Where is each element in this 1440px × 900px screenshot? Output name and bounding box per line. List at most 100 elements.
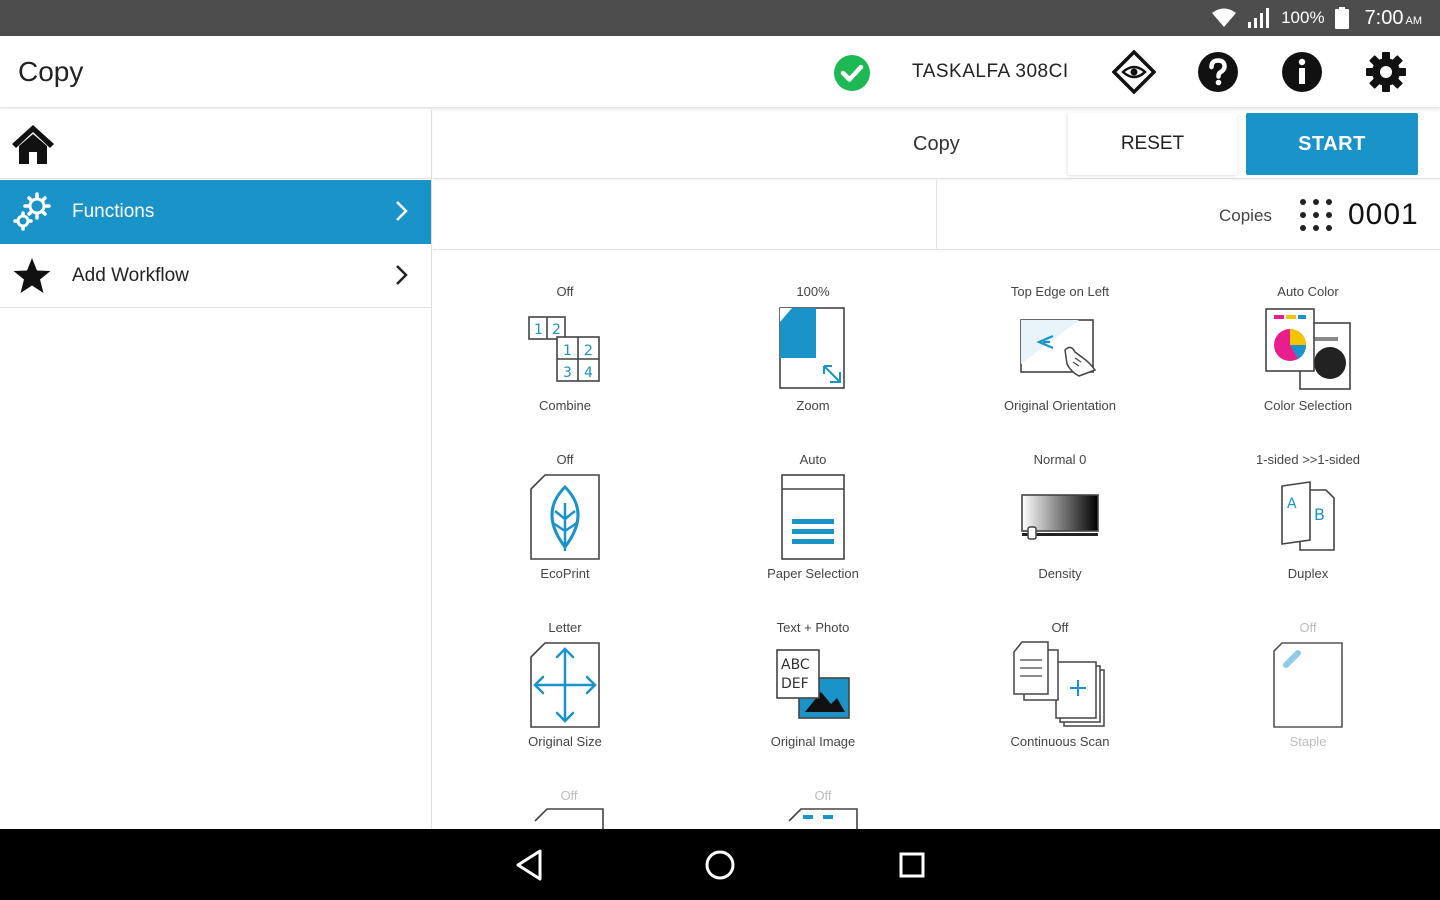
function-density[interactable]: Normal 0 Density: [950, 451, 1170, 583]
home-button[interactable]: [0, 109, 431, 179]
function-value: Text + Photo: [776, 620, 850, 635]
settings-button[interactable]: [1364, 50, 1408, 94]
function-original-image[interactable]: Text + Photo ABC DEF Original Image: [703, 619, 923, 751]
home-circle-icon[interactable]: [702, 847, 738, 883]
svg-text:B: B: [1314, 505, 1325, 524]
svg-text:1: 1: [563, 343, 572, 359]
sidebar-item-functions[interactable]: Functions: [0, 180, 431, 244]
function-label: Density: [1038, 566, 1082, 581]
function-value: Off: [556, 452, 574, 467]
function-partial-1[interactable]: Off: [459, 787, 679, 829]
density-gradient-icon: [1021, 494, 1099, 540]
app-bar: Copy TASKALFA 308CI: [0, 36, 1440, 108]
start-button[interactable]: START: [1246, 113, 1418, 175]
partial-icon: [534, 808, 604, 829]
svg-text:A: A: [1287, 496, 1297, 512]
check-circle-icon[interactable]: [833, 54, 871, 92]
function-duplex[interactable]: 1-sided >>1-sided A B Duplex: [1198, 451, 1418, 583]
sidebar-item-add-workflow[interactable]: Add Workflow: [0, 244, 431, 308]
function-color-selection[interactable]: Auto Color Color Selection: [1198, 283, 1418, 415]
function-value: Top Edge on Left: [1010, 284, 1110, 299]
function-value: Off: [560, 788, 578, 803]
orientation-icon: [1020, 319, 1097, 377]
function-grid: Off 12 12 34 Combine 100% Zoom Top Edge …: [433, 251, 1440, 829]
svg-text:ABC: ABC: [781, 657, 810, 673]
device-name[interactable]: TASKALFA 308CI: [912, 61, 1069, 83]
clock-time: 7:00: [1364, 6, 1404, 29]
sidebar-item-label: Functions: [72, 201, 155, 222]
sidebar-item-label: Add Workflow: [72, 264, 189, 286]
info-icon: [1282, 52, 1322, 92]
svg-text:4: 4: [584, 365, 593, 381]
copies-label: Copies: [1219, 206, 1272, 225]
function-label: Staple: [1289, 734, 1327, 749]
copies-value[interactable]: 0001: [1348, 198, 1419, 232]
function-label: Continuous Scan: [1010, 734, 1110, 749]
zoom-icon: [779, 307, 845, 389]
help-icon: [1198, 52, 1238, 92]
function-value: Off: [1051, 620, 1069, 635]
back-icon[interactable]: [512, 847, 548, 883]
function-value: Normal 0: [1033, 452, 1087, 467]
function-ecoprint[interactable]: Off EcoPrint: [455, 451, 675, 583]
recents-square-icon[interactable]: [894, 847, 930, 883]
divider: [936, 180, 937, 250]
wifi-icon: [1212, 8, 1237, 27]
system-nav-bar: [0, 829, 1440, 900]
clock: 7:00 AM: [1365, 7, 1422, 30]
function-value: Off: [1299, 620, 1317, 635]
function-continuous-scan[interactable]: Off Continuous Scan: [950, 619, 1170, 751]
svg-text:3: 3: [563, 365, 572, 381]
gears-icon: [13, 192, 51, 231]
action-toolbar: Copy RESET START: [433, 109, 1440, 179]
function-label: Original Size: [528, 734, 602, 749]
function-original-size[interactable]: Letter Original Size: [455, 619, 675, 751]
function-value: Off: [556, 284, 574, 299]
function-staple: Off Staple: [1198, 619, 1418, 751]
svg-text:1: 1: [534, 322, 543, 338]
function-paper-selection[interactable]: Auto Paper Selection: [703, 451, 923, 583]
staple-icon: [1273, 642, 1343, 728]
function-value: 100%: [796, 284, 830, 299]
function-zoom[interactable]: 100% Zoom: [703, 283, 923, 415]
battery-percent: 100%: [1281, 8, 1325, 27]
function-value: Letter: [548, 620, 582, 635]
info-button[interactable]: [1280, 50, 1324, 94]
help-button[interactable]: [1196, 50, 1240, 94]
left-panel: Functions Add Workflow: [0, 109, 432, 829]
function-label: Combine: [538, 398, 592, 413]
original-size-arrows-icon: [530, 642, 600, 728]
copies-row: Copies 0001: [433, 180, 1440, 250]
svg-text:2: 2: [552, 322, 561, 338]
color-selection-icon: [1265, 308, 1351, 390]
star-icon: [13, 257, 51, 293]
mode-label: Copy: [913, 133, 960, 155]
function-partial-2[interactable]: Off: [713, 787, 933, 829]
original-image-icon: ABC DEF: [776, 649, 850, 719]
battery-icon: [1334, 7, 1349, 29]
clock-ampm: AM: [1405, 14, 1423, 27]
duplex-icon: A B: [1281, 481, 1335, 551]
home-icon: [12, 124, 54, 164]
eye-diamond-icon: [1112, 50, 1156, 94]
function-label: Paper Selection: [767, 566, 859, 581]
function-value: 1-sided >>1-sided: [1255, 452, 1361, 467]
function-combine[interactable]: Off 12 12 34 Combine: [455, 283, 675, 415]
function-label: Zoom: [796, 398, 830, 413]
settings-gear-icon: [1366, 52, 1406, 92]
keypad-icon[interactable]: [1299, 198, 1333, 232]
function-label: Color Selection: [1263, 398, 1353, 413]
reset-button[interactable]: RESET: [1067, 113, 1237, 175]
function-value: Auto: [799, 452, 827, 467]
combine-icon: 12 12 34: [528, 316, 600, 382]
svg-text:2: 2: [584, 343, 593, 359]
eye-diamond-button[interactable]: [1112, 50, 1156, 94]
function-original-orientation[interactable]: Top Edge on Left Original Orientation: [950, 283, 1170, 415]
function-label: Original Orientation: [1004, 398, 1116, 413]
partial-icon: [788, 808, 858, 829]
function-label: Original Image: [770, 734, 856, 749]
chevron-right-icon: [396, 201, 408, 221]
page-title: Copy: [18, 56, 84, 87]
chevron-right-icon: [396, 265, 408, 285]
function-label: Duplex: [1287, 566, 1329, 581]
